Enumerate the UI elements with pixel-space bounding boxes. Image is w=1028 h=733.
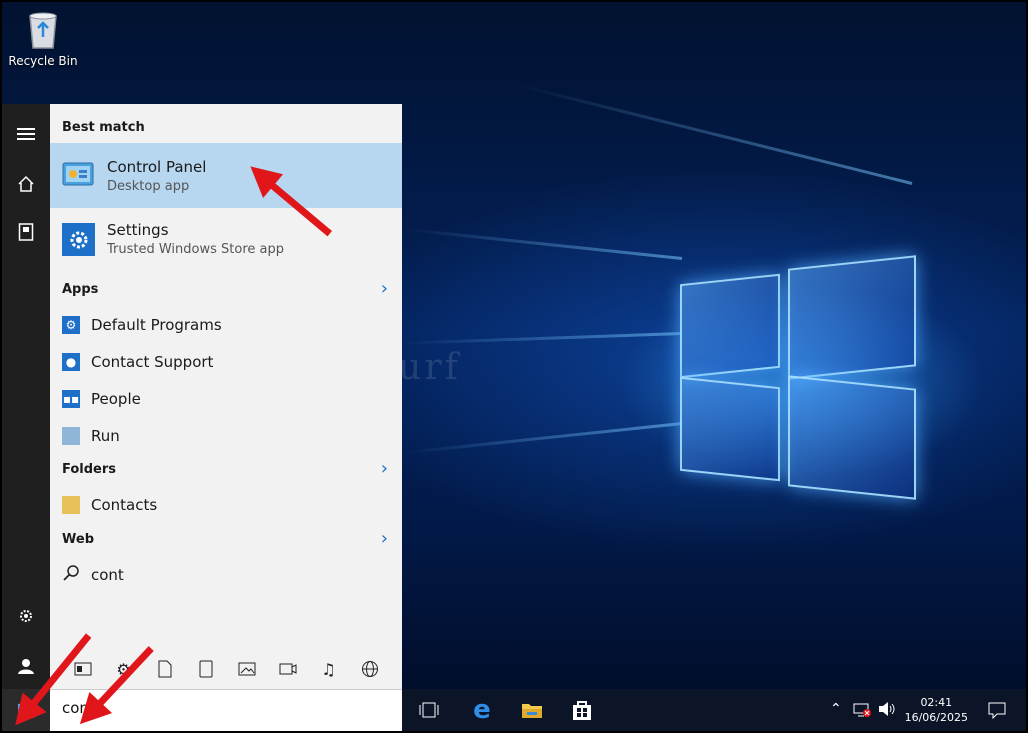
recycle-bin[interactable]: Recycle Bin	[8, 10, 78, 68]
recycle-bin-icon	[26, 10, 60, 50]
wallpaper-beam	[403, 422, 683, 455]
result-control-panel[interactable]: Control Panel Desktop app	[50, 143, 402, 208]
system-clock[interactable]: 02:41 16/06/2025	[905, 695, 968, 725]
task-view-icon[interactable]	[406, 689, 452, 731]
result-title: Control Panel	[107, 158, 207, 176]
music-icon[interactable]: ♫	[308, 649, 349, 689]
windows-logo-pane	[788, 375, 916, 500]
show-hidden-icons-chevron-icon[interactable]: ⌃	[830, 701, 842, 717]
result-title: Settings	[107, 221, 169, 239]
photo-icon[interactable]	[226, 649, 267, 689]
result-run[interactable]: Run	[62, 421, 120, 451]
gear-icon[interactable]	[2, 596, 50, 636]
web-expand-chevron-icon[interactable]: ›	[381, 528, 388, 549]
run-icon	[62, 427, 80, 445]
wallpaper-beam	[403, 227, 683, 260]
apps-header: Apps	[62, 282, 99, 297]
default-programs-icon: ⚙	[62, 316, 80, 334]
result-label: People	[91, 390, 141, 408]
hamburger-menu-icon[interactable]	[2, 114, 50, 154]
windows-logo-pane	[788, 255, 916, 380]
result-people[interactable]: ▪▪ People	[62, 384, 141, 414]
control-panel-icon	[62, 158, 94, 190]
apps-expand-chevron-icon[interactable]: ›	[381, 278, 388, 299]
result-subtitle: Desktop app	[107, 179, 190, 194]
video-icon[interactable]	[267, 649, 308, 689]
best-match-header: Best match	[62, 120, 145, 135]
store-icon[interactable]	[559, 689, 605, 731]
windows-logo-pane	[680, 273, 780, 379]
folders-expand-chevron-icon[interactable]: ›	[381, 458, 388, 479]
screen: nurf Recycle Bin Best match Control Pane…	[0, 0, 1028, 733]
web-header: Web	[62, 532, 94, 547]
windows-logo-pane	[680, 376, 780, 482]
notebook-icon[interactable]	[2, 212, 50, 252]
result-subtitle: Trusted Windows Store app	[107, 242, 284, 257]
clock-date: 16/06/2025	[904, 711, 968, 724]
search-filter-bar: ⚙ ♫	[50, 649, 402, 689]
result-settings[interactable]: Settings Trusted Windows Store app	[50, 215, 402, 273]
home-icon[interactable]	[2, 164, 50, 204]
people-icon: ▪▪	[62, 390, 80, 408]
clock-time: 02:41	[920, 696, 953, 709]
folder-icon	[62, 496, 80, 514]
result-web-search[interactable]: cont	[62, 560, 124, 590]
tablet-icon[interactable]	[185, 649, 226, 689]
search-icon	[62, 564, 80, 586]
result-label: Contact Support	[91, 353, 214, 371]
recycle-bin-label: Recycle Bin	[8, 54, 78, 68]
start-rail	[2, 104, 50, 731]
file-explorer-icon[interactable]	[509, 689, 555, 731]
search-results-panel: Best match Control Panel Desktop app Set…	[50, 104, 402, 689]
result-label: Contacts	[91, 496, 158, 514]
result-label: Default Programs	[91, 316, 222, 334]
action-center-icon[interactable]	[988, 701, 1006, 723]
wallpaper-beam	[513, 82, 913, 185]
folders-header: Folders	[62, 462, 117, 477]
user-icon[interactable]	[2, 646, 50, 686]
globe-icon[interactable]	[349, 649, 390, 689]
result-label: cont	[91, 566, 124, 584]
wallpaper-beam	[402, 332, 683, 345]
document-icon[interactable]	[144, 649, 185, 689]
contact-support-icon: ●	[62, 353, 80, 371]
edge-icon[interactable]: e	[459, 689, 505, 731]
result-label: Run	[91, 427, 120, 445]
result-contacts-folder[interactable]: Contacts	[62, 490, 157, 520]
result-contact-support[interactable]: ● Contact Support	[62, 347, 213, 377]
taskbar: e ⌃ 02:41 16/06/2025	[402, 689, 1026, 731]
settings-gear-icon	[62, 223, 95, 256]
result-default-programs[interactable]: ⚙ Default Programs	[62, 310, 222, 340]
volume-icon[interactable]	[878, 701, 896, 721]
network-disconnected-icon[interactable]	[853, 702, 871, 722]
